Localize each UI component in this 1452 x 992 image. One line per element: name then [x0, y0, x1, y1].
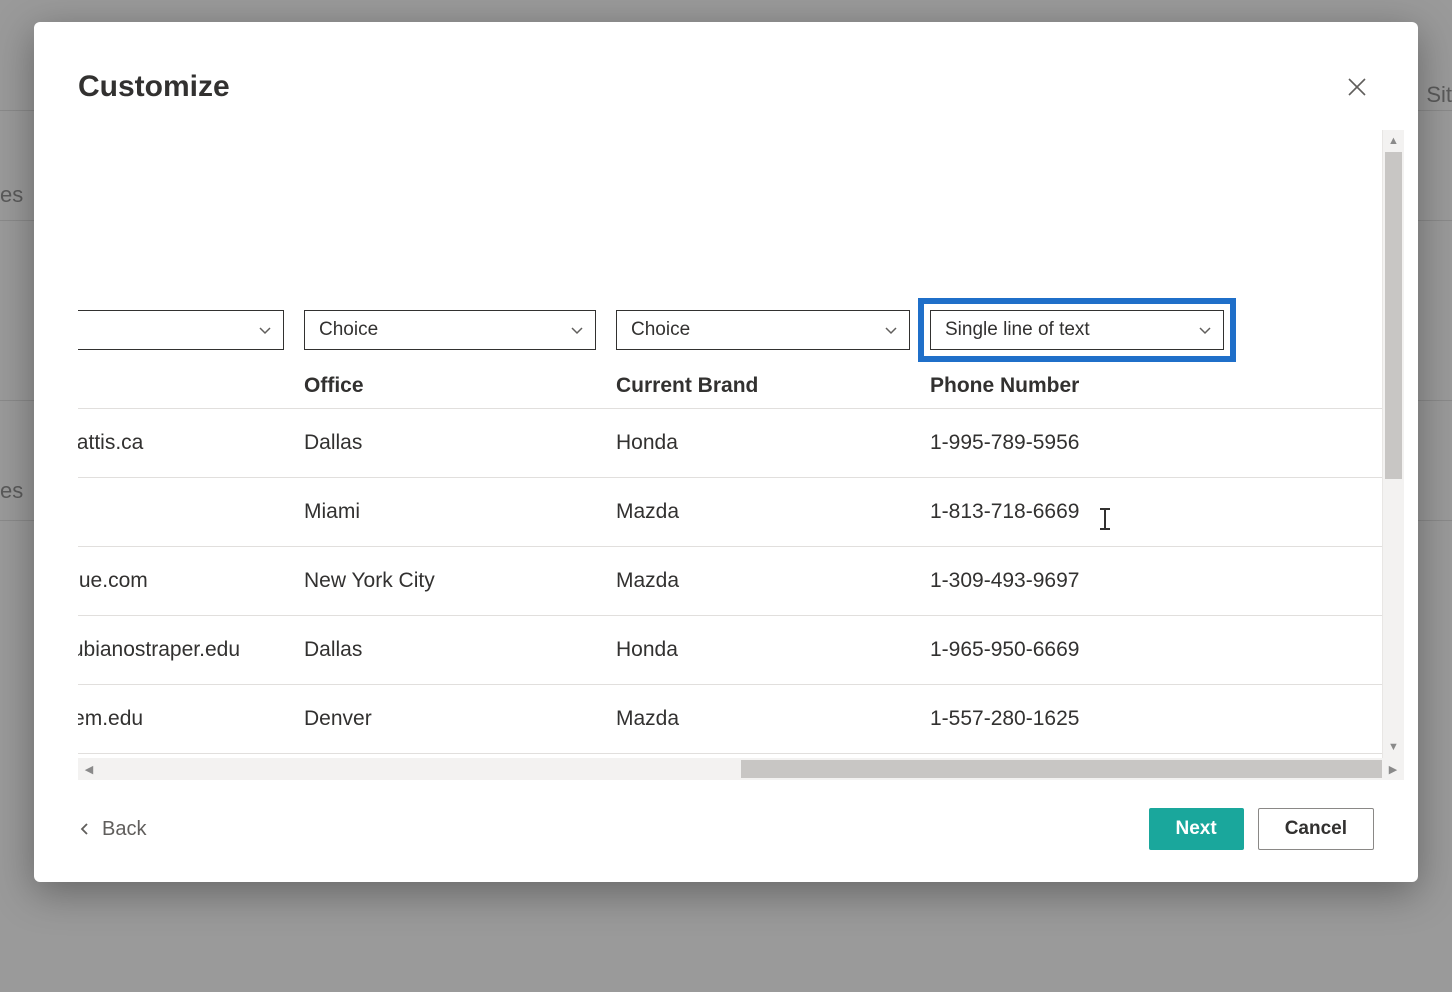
column-type-select-2[interactable]: Choice: [616, 310, 910, 350]
back-button[interactable]: Back: [78, 818, 146, 841]
scroll-left-arrow[interactable]: ◀: [78, 758, 100, 780]
horizontal-scrollbar[interactable]: ◀ ▶: [78, 758, 1404, 780]
cell: Denver: [304, 707, 616, 731]
select-label: Choice: [319, 319, 378, 341]
next-button[interactable]: Next: [1149, 808, 1244, 850]
cell: 1-965-950-6669: [930, 638, 1224, 662]
cell: Dallas: [304, 638, 616, 662]
cell: 1-995-789-5956: [930, 431, 1224, 455]
column-type-select-1[interactable]: Choice: [304, 310, 596, 350]
scroll-down-arrow[interactable]: ▼: [1383, 736, 1404, 758]
col-header-phone-number: Phone Number: [930, 374, 1224, 398]
customize-modal: Customize Choice Choice: [34, 22, 1418, 882]
chevron-down-icon: [883, 322, 899, 338]
scroll-area: Choice Choice Single line of text: [78, 130, 1382, 758]
cell: nlorem.edu: [78, 707, 304, 731]
column-type-select-0[interactable]: [78, 310, 284, 350]
cell: Mazda: [616, 707, 930, 731]
chevron-down-icon: [1197, 322, 1213, 338]
modal-title: Customize: [78, 70, 230, 104]
cell: atoque.com: [78, 569, 304, 593]
cell: New York City: [304, 569, 616, 593]
cell: Miami: [304, 500, 616, 524]
cancel-button[interactable]: Cancel: [1258, 808, 1374, 850]
scroll-track[interactable]: [1383, 152, 1404, 736]
bg-text: Sit: [1426, 82, 1452, 108]
table-row: @mattis.ca Dallas Honda 1-995-789-5956: [78, 409, 1382, 478]
vertical-scrollbar[interactable]: ▲ ▼: [1382, 130, 1404, 758]
back-label: Back: [102, 818, 146, 841]
column-type-select-3[interactable]: Single line of text: [930, 310, 1224, 350]
bg-text: es: [0, 182, 23, 208]
scroll-up-arrow[interactable]: ▲: [1383, 130, 1404, 152]
table-row: atoque.com New York City Mazda 1-309-493…: [78, 547, 1382, 616]
cell: conubianostraper.edu: [78, 638, 304, 662]
scroll-right-arrow[interactable]: ▶: [1382, 758, 1404, 780]
bg-text: es: [0, 478, 23, 504]
table-headers: Office Current Brand Phone Number: [78, 368, 1382, 409]
cell: 1-557-280-1625: [930, 707, 1224, 731]
cell: Dallas: [304, 431, 616, 455]
scroll-thumb[interactable]: [1385, 152, 1402, 479]
cell: Honda: [616, 638, 930, 662]
col-header-current-brand: Current Brand: [616, 374, 930, 398]
cell: 1-813-718-6669: [930, 500, 1224, 524]
table-row: Miami Mazda 1-813-718-6669: [78, 478, 1382, 547]
cell: Mazda: [616, 569, 930, 593]
chevron-down-icon: [569, 322, 585, 338]
cell: @mattis.ca: [78, 431, 304, 455]
scroll-thumb[interactable]: [741, 760, 1382, 778]
close-button[interactable]: [1340, 70, 1374, 104]
content: Choice Choice Single line of text: [78, 130, 1382, 754]
select-label: Single line of text: [945, 319, 1090, 341]
column-type-selectors: Choice Choice Single line of text: [78, 310, 1382, 368]
spacer: [78, 130, 1382, 310]
modal-header: Customize: [34, 22, 1418, 104]
col-header-office: Office: [304, 374, 616, 398]
chevron-left-icon: [78, 822, 92, 836]
cell: 1-309-493-9697: [930, 569, 1224, 593]
scroll-track[interactable]: [100, 758, 1382, 780]
table-row: conubianostraper.edu Dallas Honda 1-965-…: [78, 616, 1382, 685]
close-icon: [1346, 76, 1368, 98]
modal-footer: Back Next Cancel: [34, 780, 1418, 882]
select-label: Choice: [631, 319, 690, 341]
footer-actions: Next Cancel: [1149, 808, 1375, 850]
table-row: nlorem.edu Denver Mazda 1-557-280-1625: [78, 685, 1382, 754]
cell: Honda: [616, 431, 930, 455]
chevron-down-icon: [257, 322, 273, 338]
column-type-select-3-highlight: Single line of text: [918, 298, 1236, 362]
cell: [78, 500, 304, 524]
modal-body: Choice Choice Single line of text: [78, 130, 1404, 758]
col-header-0: [78, 374, 304, 398]
cell: Mazda: [616, 500, 930, 524]
